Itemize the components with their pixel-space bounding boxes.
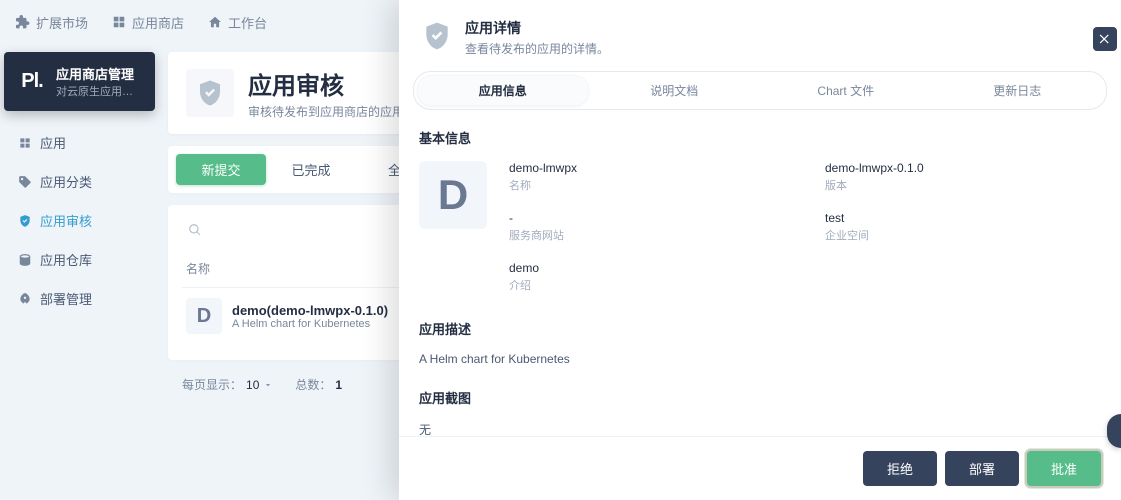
- sidebar-item-review[interactable]: 应用审核: [8, 203, 151, 238]
- meta-workspace-value: test: [825, 211, 1101, 225]
- close-button[interactable]: [1093, 27, 1117, 51]
- drawer-header: 应用详情 查看待发布的应用的详情。: [399, 0, 1121, 71]
- topnav-workbench-label: 工作台: [228, 13, 267, 32]
- page-subtitle: 审核待发布到应用商店的应用。: [248, 103, 416, 120]
- drawer-body: 基本信息 D demo-lmwpx 名称 demo-lmwpx-0.1.0 版本…: [399, 110, 1121, 436]
- total-value: 1: [335, 378, 342, 392]
- sidebar-logo-text: Pl.: [21, 70, 42, 93]
- page-size-selector[interactable]: 每页显示： 10: [182, 376, 273, 393]
- page-title: 应用审核: [248, 66, 416, 101]
- sidebar-title: 应用商店管理: [56, 64, 143, 83]
- row-sub: A Helm chart for Kubernetes: [232, 318, 388, 330]
- meta-site: - 服务商网站: [509, 211, 785, 243]
- drawer-tab-doc[interactable]: 说明文档: [589, 75, 761, 106]
- tab-new-submit[interactable]: 新提交: [176, 154, 266, 185]
- sidebar-logo: Pl.: [16, 66, 48, 98]
- topnav-extend[interactable]: 扩展市场: [16, 13, 88, 32]
- meta-site-value: -: [509, 211, 785, 225]
- row-icon-letter: D: [197, 305, 211, 328]
- app-screenshot-title: 应用截图: [419, 388, 1101, 407]
- drawer-title: 应用详情: [465, 18, 609, 38]
- drawer-footer: 拒绝 部署 批准: [399, 436, 1121, 500]
- sidebar-item-apps[interactable]: 应用: [8, 125, 151, 160]
- basic-info-title: 基本信息: [419, 128, 1101, 147]
- grid-icon: [112, 15, 126, 29]
- chevron-down-icon: [263, 380, 273, 390]
- shield-check-icon: [18, 214, 32, 228]
- reject-button[interactable]: 拒绝: [863, 451, 937, 486]
- tab-done[interactable]: 已完成: [266, 154, 356, 185]
- sidebar-item-label: 应用审核: [40, 211, 92, 230]
- app-description-section: 应用描述 A Helm chart for Kubernetes: [419, 319, 1101, 366]
- per-page-label: 每页显示：: [182, 376, 242, 393]
- deploy-button[interactable]: 部署: [945, 451, 1019, 486]
- database-icon: [18, 253, 32, 267]
- sidebar-item-repo[interactable]: 应用仓库: [8, 242, 151, 277]
- app-description-text: A Helm chart for Kubernetes: [419, 352, 1101, 366]
- sidebar-item-deploy[interactable]: 部署管理: [8, 281, 151, 316]
- sidebar-item-label: 部署管理: [40, 289, 92, 308]
- row-app-icon: D: [186, 298, 222, 334]
- app-description-title: 应用描述: [419, 319, 1101, 338]
- drawer-tab-chart[interactable]: Chart 文件: [760, 75, 932, 106]
- per-page-value: 10: [246, 378, 259, 392]
- meta-name-label: 名称: [509, 177, 785, 193]
- shield-icon: [186, 69, 234, 117]
- app-icon: D: [419, 161, 487, 229]
- shield-check-icon: [419, 18, 455, 54]
- sidebar-item-label: 应用仓库: [40, 250, 92, 269]
- meta-intro-value: demo: [509, 261, 785, 275]
- app-screenshot-none: 无: [419, 421, 1101, 436]
- close-icon: [1098, 32, 1112, 46]
- drawer-tabs-wrap: 应用信息 说明文档 Chart 文件 更新日志: [399, 71, 1121, 110]
- app-icon: [18, 136, 32, 150]
- meta-name: demo-lmwpx 名称: [509, 161, 785, 193]
- meta-version-label: 版本: [825, 177, 1101, 193]
- house-icon: [208, 15, 222, 29]
- drawer-tab-changelog[interactable]: 更新日志: [932, 75, 1104, 106]
- sidebar-item-label: 应用: [40, 133, 66, 152]
- sidebar-subtitle: 对云原生应用的发布、…: [56, 83, 143, 99]
- meta-version-value: demo-lmwpx-0.1.0: [825, 161, 1101, 175]
- meta-name-value: demo-lmwpx: [509, 161, 785, 175]
- row-title: demo(demo-lmwpx-0.1.0): [232, 303, 388, 318]
- total-label: 总数：: [295, 378, 331, 392]
- topnav-extend-label: 扩展市场: [36, 13, 88, 32]
- drawer-subtitle: 查看待发布的应用的详情。: [465, 40, 609, 57]
- meta-version: demo-lmwpx-0.1.0 版本: [825, 161, 1101, 193]
- meta-workspace-label: 企业空间: [825, 227, 1101, 243]
- sidebar-item-categories[interactable]: 应用分类: [8, 164, 151, 199]
- topnav-store-label: 应用商店: [132, 13, 184, 32]
- approve-button[interactable]: 批准: [1027, 451, 1101, 486]
- search-icon: [188, 223, 202, 237]
- meta-site-label: 服务商网站: [509, 227, 785, 243]
- drawer-tab-info[interactable]: 应用信息: [417, 75, 589, 106]
- drawer-tabs: 应用信息 说明文档 Chart 文件 更新日志: [413, 71, 1107, 110]
- meta-workspace: test 企业空间: [825, 211, 1101, 243]
- sidebar-item-label: 应用分类: [40, 172, 92, 191]
- meta-intro-label: 介绍: [509, 277, 785, 293]
- sidebar-header[interactable]: Pl. 应用商店管理 对云原生应用的发布、…: [4, 52, 155, 111]
- rocket-icon: [18, 292, 32, 306]
- topnav-store[interactable]: 应用商店: [112, 13, 184, 32]
- detail-drawer: 应用详情 查看待发布的应用的详情。 应用信息 说明文档 Chart 文件 更新日…: [399, 0, 1121, 500]
- total-count: 总数： 1: [295, 376, 342, 393]
- basic-info: D demo-lmwpx 名称 demo-lmwpx-0.1.0 版本 - 服务…: [419, 161, 1101, 293]
- app-screenshot-section: 应用截图 无: [419, 388, 1101, 436]
- meta-intro: demo 介绍: [509, 261, 785, 293]
- topnav-workbench[interactable]: 工作台: [208, 13, 267, 32]
- tag-icon: [18, 175, 32, 189]
- app-icon-letter: D: [438, 171, 468, 219]
- puzzle-icon: [16, 15, 30, 29]
- sidebar: Pl. 应用商店管理 对云原生应用的发布、… 应用 应用分类 应用审核 应用仓库…: [4, 52, 155, 320]
